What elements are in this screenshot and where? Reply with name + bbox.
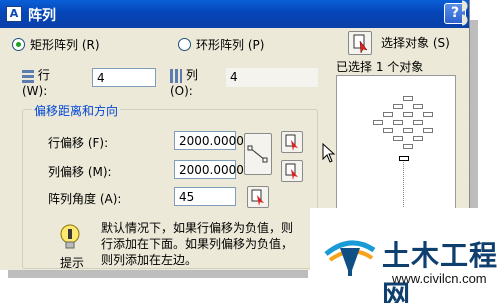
- columns-input[interactable]: 4: [226, 68, 318, 87]
- preview-cell: [413, 104, 423, 109]
- window-title: 阵列: [28, 8, 56, 24]
- preview-cell: [413, 120, 423, 125]
- pick-point-icon: [285, 134, 298, 151]
- civilcn-logo-icon: [324, 240, 376, 276]
- rows-icon: [22, 69, 34, 83]
- select-objects-label: 选择对象 (S): [381, 36, 450, 50]
- angle-input[interactable]: 45: [174, 187, 236, 206]
- preview-base-cell: [399, 156, 409, 161]
- selected-count: 已选择 1 个对象: [336, 60, 424, 74]
- pick-row-offset-button[interactable]: [281, 131, 303, 153]
- offset-group-title: 偏移距离和方向: [32, 102, 121, 119]
- pick-point-icon: [251, 189, 264, 206]
- array-preview: [336, 75, 456, 215]
- pick-point-icon: [285, 163, 298, 180]
- rows-input[interactable]: 4: [92, 68, 156, 87]
- preview-cell: [403, 144, 413, 149]
- title-bar: A 阵列 ?: [0, 0, 469, 28]
- rows-row: 行 (W):: [18, 66, 76, 98]
- watermark-url: www.civilcn.com: [392, 271, 487, 286]
- columns-icon: [170, 68, 182, 83]
- watermark-title: 土木工程网: [382, 239, 499, 303]
- preview-cell: [403, 112, 413, 117]
- row-offset-input[interactable]: 2000.0000: [174, 131, 244, 150]
- hint-text: 默认情况下，如果行偏移为负值，则行添加在下面。如果列偏移为负值，则列添加在左边。: [101, 221, 294, 267]
- app-icon: A: [6, 6, 22, 22]
- window-shadow-bottom: [8, 270, 308, 278]
- pick-col-offset-button[interactable]: [281, 160, 303, 182]
- rect-array-radio[interactable]: 矩形阵列 (R): [12, 36, 100, 53]
- polar-array-label: 环形阵列 (P): [196, 38, 265, 52]
- preview-cell: [393, 136, 403, 141]
- preview-cell: [403, 128, 413, 133]
- preview-cell: [423, 112, 433, 117]
- preview-cell: [393, 104, 403, 109]
- watermark: 土木工程网 www.civilcn.com: [310, 208, 500, 303]
- pick-angle-button[interactable]: [247, 186, 269, 208]
- preview-cell: [373, 120, 383, 125]
- rect-array-label: 矩形阵列 (R): [30, 38, 100, 52]
- select-objects-icon: [353, 34, 368, 54]
- preview-axis: [403, 158, 404, 213]
- preview-cell: [383, 128, 393, 133]
- preview-cell: [393, 120, 403, 125]
- pick-offsets-icon: [247, 145, 268, 163]
- radio-selected-icon: [12, 38, 25, 51]
- polar-array-radio[interactable]: 环形阵列 (P): [178, 36, 264, 53]
- col-offset-input[interactable]: 2000.0000: [174, 160, 244, 179]
- preview-cell: [423, 128, 433, 133]
- mouse-cursor-icon: [322, 143, 336, 163]
- lightbulb-icon: [58, 224, 82, 255]
- hint-label: 提示: [60, 256, 85, 270]
- radio-unselected-icon: [178, 38, 191, 51]
- preview-cell: [383, 112, 393, 117]
- preview-cell: [413, 136, 423, 141]
- columns-row: 列 (O):: [166, 66, 226, 98]
- preview-cell: [403, 96, 413, 101]
- angle-label: 阵列角度 (A):: [48, 192, 122, 206]
- pick-both-offsets-button[interactable]: [244, 133, 272, 175]
- select-objects-button[interactable]: [348, 31, 372, 55]
- row-offset-label: 行偏移 (F):: [48, 136, 109, 150]
- col-offset-label: 列偏移 (M):: [48, 165, 112, 179]
